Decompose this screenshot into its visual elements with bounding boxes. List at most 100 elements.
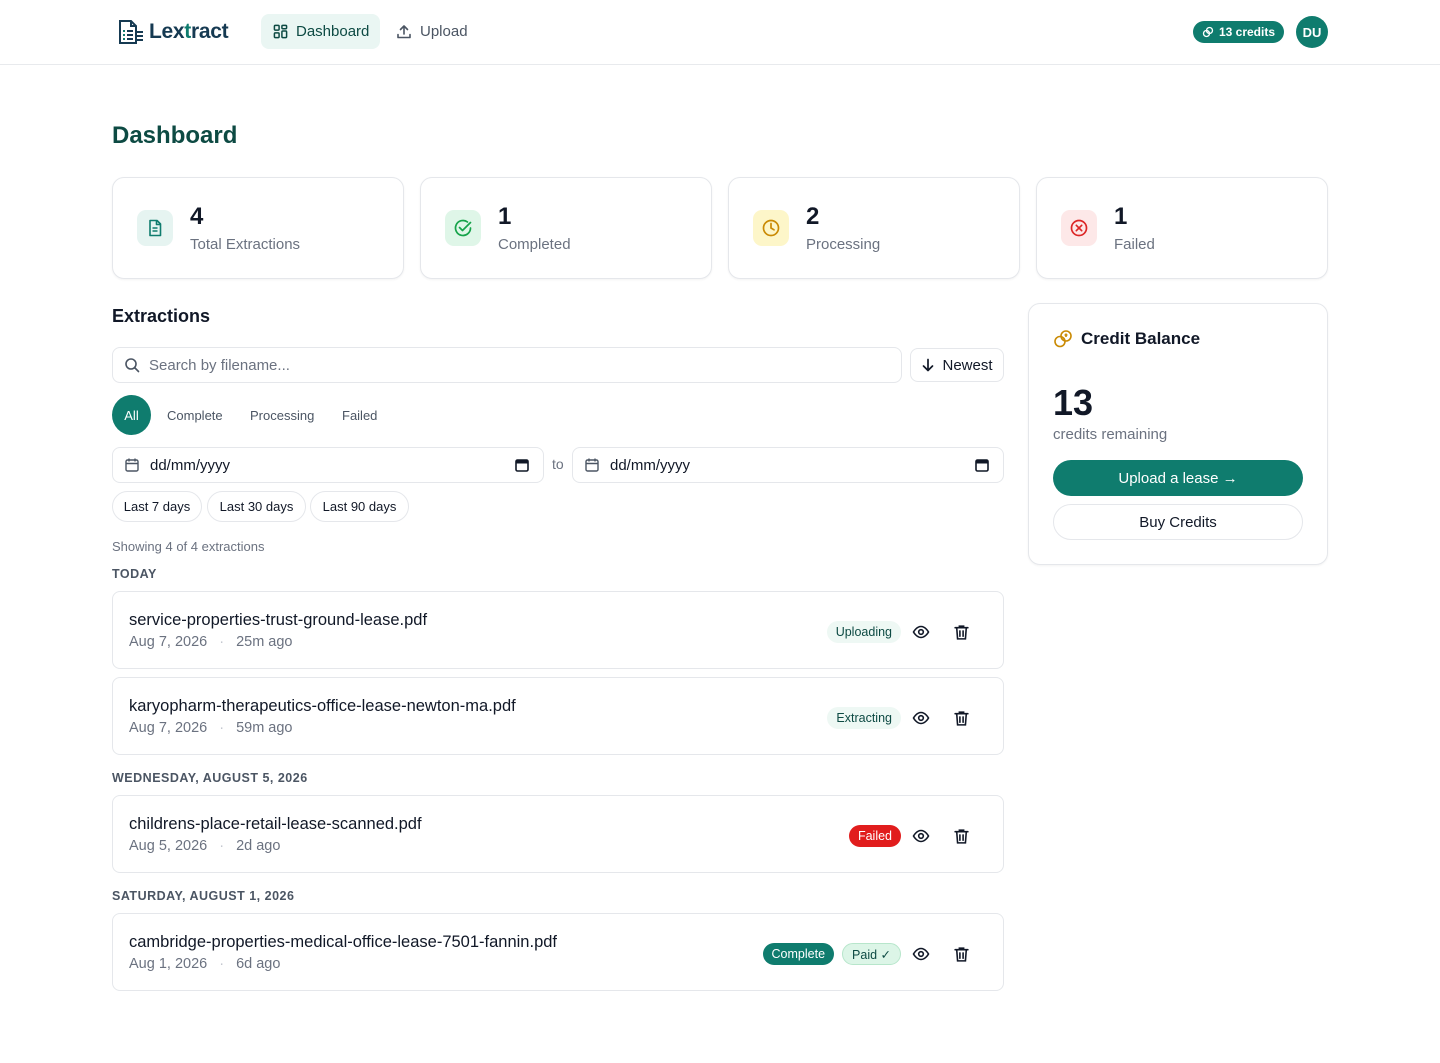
credit-balance-sub: credits remaining — [1053, 426, 1168, 443]
stat-card-failed: 1 Failed — [1036, 177, 1328, 279]
credit-balance-card: Credit Balance 13 credits remaining Uplo… — [1028, 303, 1328, 565]
app-logo[interactable]: Lextract — [117, 18, 229, 46]
credit-balance-header: Credit Balance — [1053, 329, 1200, 349]
eye-icon — [912, 829, 930, 843]
extraction-meta: Aug 7, 2026 · 25m ago — [129, 634, 293, 650]
stat-value: 1 — [498, 203, 512, 230]
sort-button-label: Newest — [942, 356, 993, 374]
eye-icon — [912, 947, 930, 961]
filter-processing[interactable]: Processing — [250, 395, 314, 435]
group-label-date: WEDNESDAY, AUGUST 5, 2026 — [112, 771, 308, 785]
nav-upload[interactable]: Upload — [396, 14, 468, 49]
extraction-filename: karyopharm-therapeutics-office-lease-new… — [129, 697, 516, 715]
date-range-to-label: to — [552, 456, 564, 472]
credit-balance-title: Credit Balance — [1081, 329, 1201, 348]
check-circle-icon — [454, 219, 472, 237]
row-actions: Failed — [848, 825, 981, 847]
delete-button[interactable] — [941, 707, 981, 729]
extraction-filename: cambridge-properties-medical-office-leas… — [129, 933, 558, 951]
stat-label: Failed — [1114, 236, 1155, 253]
extraction-meta: Aug 5, 2026 · 2d ago — [129, 838, 280, 854]
search-input[interactable] — [149, 356, 849, 374]
stat-icon-wrap — [445, 210, 481, 246]
meta-separator: · — [219, 634, 225, 650]
status-badge: Uploading — [826, 621, 901, 643]
stat-value: 2 — [806, 203, 820, 230]
nav-upload-label: Upload — [420, 23, 468, 40]
extraction-row[interactable]: childrens-place-retail-lease-scanned.pdf… — [112, 795, 1004, 873]
row-actions: Uploading — [826, 621, 981, 643]
stat-card-processing: 2 Processing — [728, 177, 1020, 279]
quick-range-30-days[interactable]: Last 30 days — [207, 491, 306, 522]
row-actions: Extracting — [827, 707, 981, 729]
extraction-age: 6d ago — [236, 956, 281, 972]
trash-icon — [953, 946, 969, 962]
date-from-input[interactable]: dd/mm/yyyy — [112, 447, 544, 483]
delete-button[interactable] — [941, 621, 981, 643]
calendar-picker-icon[interactable] — [975, 458, 989, 472]
upload-lease-button[interactable]: Upload a lease → — [1053, 460, 1303, 496]
view-button[interactable] — [901, 943, 941, 965]
search-box[interactable] — [112, 347, 902, 383]
user-avatar[interactable]: DU — [1296, 16, 1328, 48]
status-badge: Failed — [848, 825, 901, 847]
stat-card-total: 4 Total Extractions — [112, 177, 404, 279]
stat-label: Processing — [806, 236, 881, 253]
stat-label: Total Extractions — [190, 236, 301, 253]
buy-credits-button[interactable]: Buy Credits — [1053, 504, 1303, 540]
logo-document-icon — [119, 20, 143, 44]
grid-icon — [273, 24, 288, 39]
coins-icon — [1054, 330, 1072, 348]
nav-dashboard[interactable]: Dashboard — [261, 14, 380, 49]
logo-text: Lextract — [149, 20, 229, 43]
extractions-title: Extractions — [112, 306, 211, 326]
extraction-row[interactable]: cambridge-properties-medical-office-leas… — [112, 913, 1004, 991]
results-count: Showing 4 of 4 extractions — [112, 539, 265, 554]
calendar-icon — [585, 458, 599, 472]
eye-icon — [912, 625, 930, 639]
upload-icon — [397, 24, 411, 38]
meta-separator: · — [219, 838, 225, 854]
meta-separator: · — [219, 956, 225, 972]
stat-icon-wrap — [1061, 210, 1097, 246]
status-badge: Extracting — [827, 707, 901, 729]
eye-icon — [912, 711, 930, 725]
stat-icon-wrap — [137, 210, 173, 246]
date-from-placeholder: dd/mm/yyyy — [150, 456, 231, 474]
extraction-filename: childrens-place-retail-lease-scanned.pdf — [129, 815, 422, 833]
extraction-filename: service-properties-trust-ground-lease.pd… — [129, 611, 428, 629]
credits-badge-label: 13 credits — [1218, 25, 1276, 39]
extraction-row[interactable]: karyopharm-therapeutics-office-lease-new… — [112, 677, 1004, 755]
filter-failed[interactable]: Failed — [342, 395, 377, 435]
credits-badge[interactable]: 13 credits — [1193, 21, 1284, 43]
quick-range-7-days[interactable]: Last 7 days — [112, 491, 202, 522]
group-label-date: SATURDAY, AUGUST 1, 2026 — [112, 889, 295, 903]
delete-button[interactable] — [941, 825, 981, 847]
filter-all[interactable]: All — [112, 395, 151, 435]
extraction-age: 25m ago — [236, 634, 293, 650]
extraction-age: 2d ago — [236, 838, 281, 854]
extraction-meta: Aug 1, 2026 · 6d ago — [129, 956, 280, 972]
extraction-date: Aug 1, 2026 — [129, 956, 208, 972]
date-to-input[interactable]: dd/mm/yyyy — [572, 447, 1004, 483]
arrow-down-icon — [923, 358, 934, 372]
delete-button[interactable] — [941, 943, 981, 965]
extraction-meta: Aug 7, 2026 · 59m ago — [129, 720, 293, 736]
extraction-date: Aug 5, 2026 — [129, 838, 208, 854]
extraction-row[interactable]: service-properties-trust-ground-lease.pd… — [112, 591, 1004, 669]
sort-button[interactable]: Newest — [910, 348, 1004, 382]
trash-icon — [953, 710, 969, 726]
credit-balance-value: 13 — [1053, 382, 1094, 423]
x-circle-icon — [1070, 219, 1088, 237]
document-icon — [149, 219, 162, 237]
view-button[interactable] — [901, 707, 941, 729]
status-badge: Complete — [762, 943, 835, 965]
view-button[interactable] — [901, 825, 941, 847]
quick-range-90-days[interactable]: Last 90 days — [310, 491, 409, 522]
extraction-age: 59m ago — [236, 720, 293, 736]
search-icon — [125, 358, 140, 373]
filter-complete[interactable]: Complete — [167, 395, 223, 435]
calendar-icon — [125, 458, 139, 472]
view-button[interactable] — [901, 621, 941, 643]
calendar-picker-icon[interactable] — [515, 458, 529, 472]
